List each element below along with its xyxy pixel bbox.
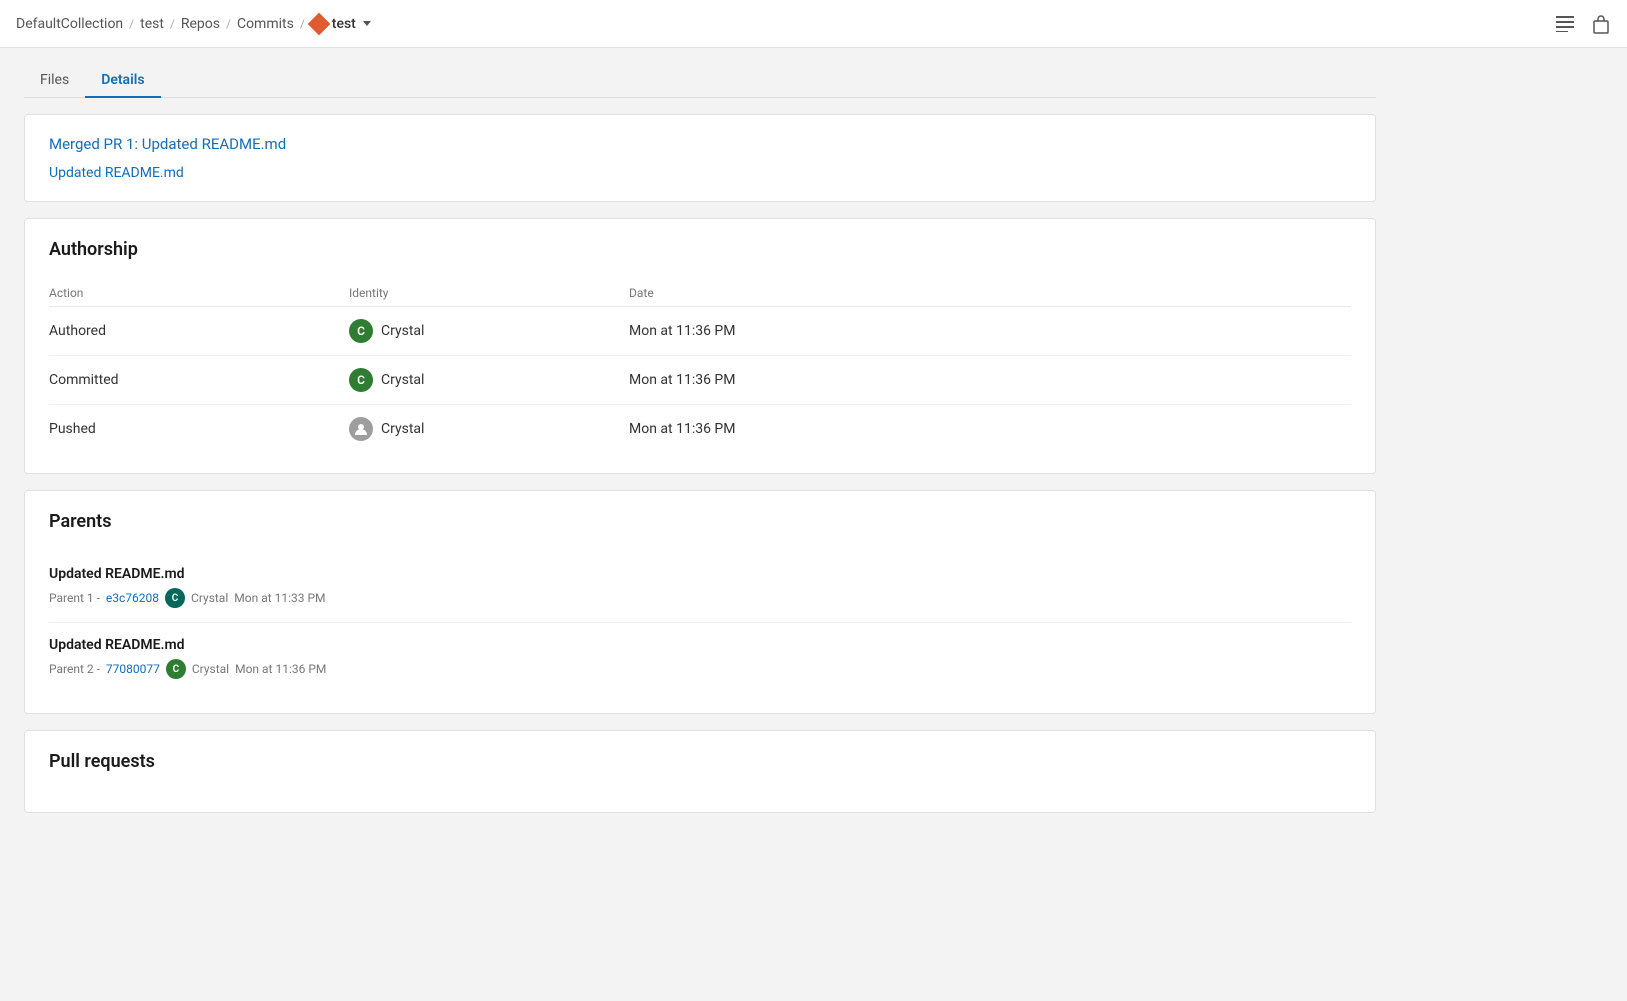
- auth-avatar-1: C: [349, 368, 373, 392]
- parent-label-1: Parent 2 -: [49, 662, 100, 676]
- repo-diamond-icon: [307, 12, 330, 35]
- auth-action-1: Committed: [49, 356, 349, 405]
- authorship-card: Authorship Action Identity Date Authored…: [24, 218, 1376, 474]
- parent-item-1: Updated README.md Parent 2 - 77080077 C Crys…: [49, 623, 1351, 693]
- parent-hash-0[interactable]: e3c76208: [106, 591, 159, 605]
- parent-meta-0: Parent 1 - e3c76208 C Crystal Mon at 11:33 P…: [49, 588, 1351, 608]
- tab-details[interactable]: Details: [85, 64, 160, 98]
- breadcrumb-sep4: /: [300, 17, 305, 31]
- authorship-title: Authorship: [49, 239, 1351, 260]
- auth-name-1: Crystal: [381, 372, 424, 388]
- parent-hash-1[interactable]: 77080077: [106, 662, 160, 676]
- chevron-down-icon: [363, 21, 371, 26]
- auth-date-0: Mon at 11:36 PM: [629, 307, 1351, 356]
- breadcrumb: DefaultCollection / test / Repos / Commi…: [16, 16, 371, 32]
- breadcrumb-sep3: /: [226, 17, 231, 31]
- bag-icon[interactable]: [1591, 14, 1611, 34]
- pull-requests-card: Pull requests: [24, 730, 1376, 813]
- top-bar: DefaultCollection / test / Repos / Commi…: [0, 0, 1627, 48]
- parent-item-0: Updated README.md Parent 1 - e3c76208 C Crys…: [49, 552, 1351, 623]
- list-icon[interactable]: [1555, 14, 1575, 34]
- authorship-row-0: AuthoredC Crystal Mon at 11:36 PM: [49, 307, 1351, 356]
- auth-name-2: Crystal: [381, 421, 424, 437]
- commit-title[interactable]: Merged PR 1: Updated README.md: [49, 135, 1351, 153]
- parent-avatar-0: C: [165, 588, 185, 608]
- parent-label-0: Parent 1 -: [49, 591, 100, 605]
- breadcrumb-repo[interactable]: test: [311, 16, 371, 32]
- auth-identity-2: Crystal: [349, 405, 629, 454]
- parent-avatar-1: C: [166, 659, 186, 679]
- col-header-action: Action: [49, 280, 349, 307]
- auth-date-1: Mon at 11:36 PM: [629, 356, 1351, 405]
- breadcrumb-commits: Commits: [237, 16, 294, 32]
- parent-title-0[interactable]: Updated README.md: [49, 566, 1351, 582]
- pull-requests-title: Pull requests: [49, 751, 1351, 772]
- top-bar-icons: [1555, 14, 1611, 34]
- col-header-identity: Identity: [349, 280, 629, 307]
- breadcrumb-sep2: /: [170, 17, 175, 31]
- parent-identity-0: Crystal: [191, 591, 228, 605]
- tab-bar: Files Details: [24, 64, 1376, 98]
- breadcrumb-project[interactable]: test: [140, 16, 164, 32]
- parent-date-0: Mon at 11:33 PM: [234, 591, 325, 605]
- breadcrumb-repo-name: test: [332, 16, 356, 32]
- parent-title-1[interactable]: Updated README.md: [49, 637, 1351, 653]
- auth-action-0: Authored: [49, 307, 349, 356]
- breadcrumb-sep1: /: [129, 17, 134, 31]
- parent-date-1: Mon at 11:36 PM: [235, 662, 326, 676]
- col-header-date: Date: [629, 280, 1351, 307]
- auth-identity-1: C Crystal: [349, 356, 629, 405]
- auth-name-0: Crystal: [381, 323, 424, 339]
- auth-avatar-2: [349, 417, 373, 441]
- commit-subtitle[interactable]: Updated README.md: [49, 165, 1351, 181]
- commit-message-card: Merged PR 1: Updated README.md Updated R…: [24, 114, 1376, 202]
- auth-identity-0: C Crystal: [349, 307, 629, 356]
- breadcrumb-collection[interactable]: DefaultCollection: [16, 16, 123, 32]
- parent-meta-1: Parent 2 - 77080077 C Crystal Mon at 11:36 P…: [49, 659, 1351, 679]
- parents-title: Parents: [49, 511, 1351, 532]
- auth-avatar-0: C: [349, 319, 373, 343]
- main-content: Files Details Merged PR 1: Updated READM…: [0, 48, 1400, 845]
- authorship-row-1: CommittedC Crystal Mon at 11:36 PM: [49, 356, 1351, 405]
- breadcrumb-repos[interactable]: Repos: [181, 16, 220, 32]
- parents-card: Parents Updated README.md Parent 1 - e3c76…: [24, 490, 1376, 714]
- parent-identity-1: Crystal: [192, 662, 229, 676]
- authorship-table: Action Identity Date AuthoredC Crystal Mon…: [49, 280, 1351, 453]
- auth-date-2: Mon at 11:36 PM: [629, 405, 1351, 454]
- auth-action-2: Pushed: [49, 405, 349, 454]
- authorship-row-2: Pushed Crystal Mon at 11:36 PM: [49, 405, 1351, 454]
- tab-files[interactable]: Files: [24, 64, 85, 98]
